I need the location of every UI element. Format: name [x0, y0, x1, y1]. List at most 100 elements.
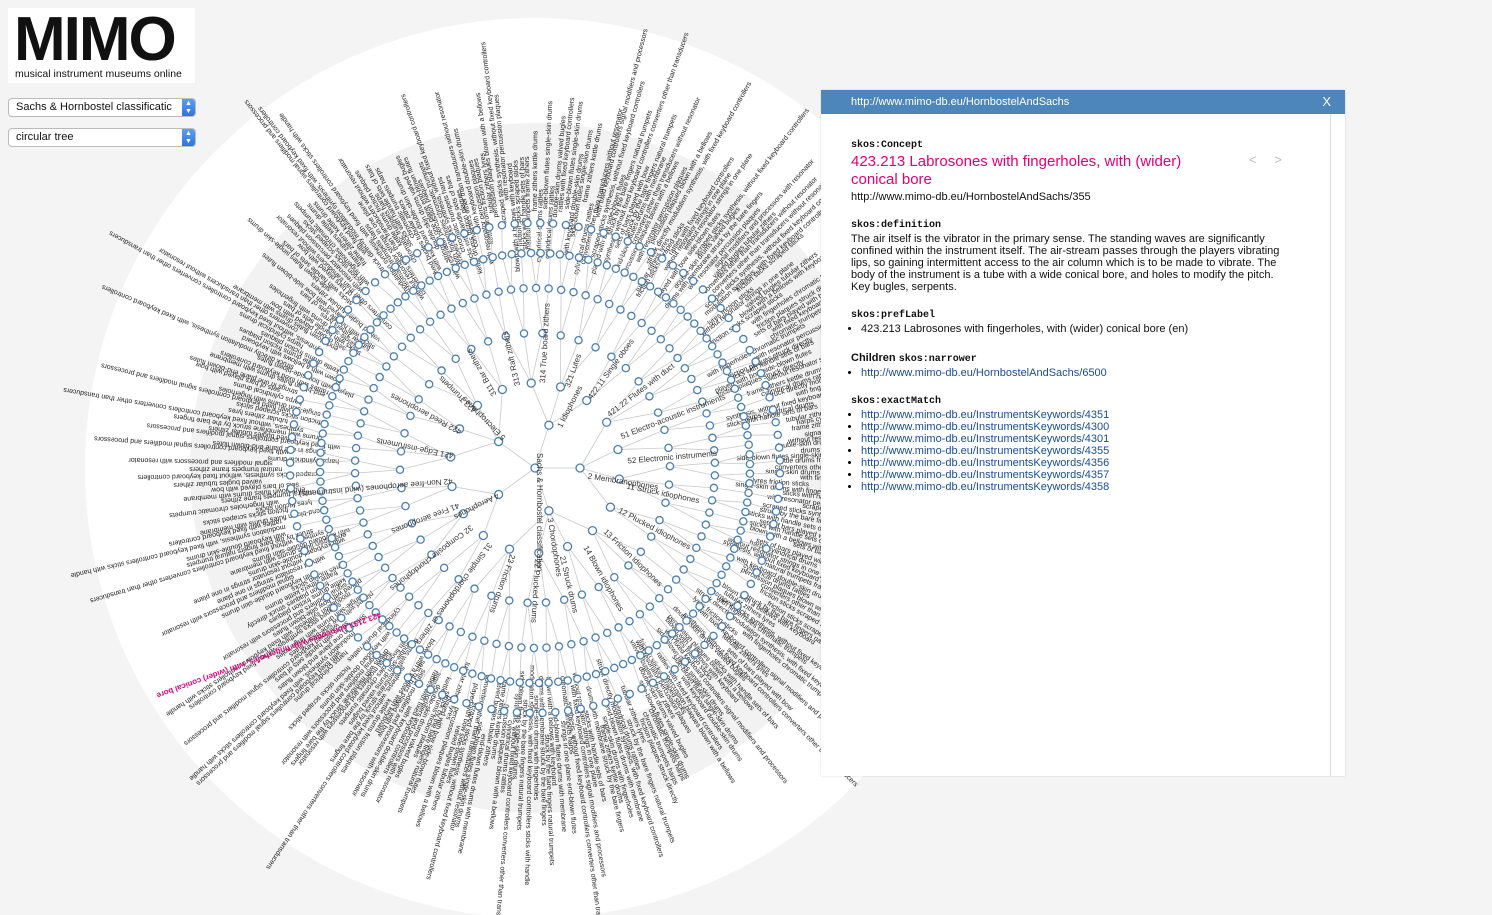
tree-node[interactable]: [380, 270, 390, 279]
tree-node[interactable]: [576, 704, 585, 713]
tree-node[interactable]: [610, 663, 619, 673]
tree-node[interactable]: [627, 311, 636, 321]
tree-node[interactable]: [665, 344, 674, 353]
tree-node[interactable]: [637, 277, 647, 286]
tree-node[interactable]: [610, 573, 619, 582]
tree-node[interactable]: [375, 372, 384, 382]
tree-node[interactable]: [526, 378, 536, 388]
tree-node[interactable]: [554, 642, 564, 651]
tree-node[interactable]: [354, 340, 363, 350]
close-button[interactable]: X: [1322, 90, 1331, 114]
tree-node[interactable]: [563, 706, 573, 716]
tree-node[interactable]: [536, 248, 545, 258]
tree-node[interactable]: [482, 290, 491, 299]
tree-node[interactable]: [435, 237, 445, 247]
tree-node[interactable]: [462, 698, 471, 708]
tree-node[interactable]: [563, 676, 573, 685]
tree-node[interactable]: [450, 695, 459, 704]
tree-node[interactable]: [526, 248, 536, 258]
tree-node[interactable]: [646, 247, 656, 257]
tree-node[interactable]: [705, 508, 714, 517]
tree-node[interactable]: [525, 708, 534, 718]
tree-node[interactable]: [324, 524, 334, 534]
tree-node[interactable]: [742, 498, 752, 507]
tree-node[interactable]: [574, 222, 583, 232]
tree-node[interactable]: [424, 243, 433, 252]
tree-node[interactable]: [458, 666, 468, 675]
tree-node[interactable]: [460, 229, 469, 238]
tree-node[interactable]: [546, 249, 555, 258]
tree-node[interactable]: [671, 575, 681, 584]
tree-node[interactable]: [424, 379, 434, 389]
tree-node[interactable]: [468, 669, 477, 678]
tree-node[interactable]: [382, 362, 391, 371]
tree-node[interactable]: [399, 634, 409, 643]
tree-node[interactable]: [544, 284, 553, 293]
tree-node[interactable]: [561, 220, 571, 230]
tree-node[interactable]: [602, 261, 612, 270]
tree-node[interactable]: [741, 421, 751, 430]
tree-node[interactable]: [736, 526, 745, 535]
tree-node[interactable]: [315, 467, 325, 477]
tree-node[interactable]: [447, 304, 456, 313]
tree-node[interactable]: [733, 535, 742, 545]
tree-node[interactable]: [426, 685, 435, 694]
tree-node[interactable]: [370, 278, 380, 287]
tree-node[interactable]: [593, 258, 602, 267]
tree-node[interactable]: [445, 622, 454, 631]
tree-node[interactable]: [365, 600, 374, 610]
tree-node[interactable]: [369, 383, 378, 393]
tree-node[interactable]: [579, 637, 588, 646]
tree-node[interactable]: [538, 708, 547, 718]
tree-node[interactable]: [605, 502, 616, 512]
tree-node[interactable]: [372, 318, 382, 327]
tree-node[interactable]: [573, 674, 582, 684]
tree-node[interactable]: [474, 702, 484, 711]
tree-node[interactable]: [507, 250, 517, 259]
tree-node[interactable]: [663, 584, 673, 594]
tree-node[interactable]: [567, 640, 576, 649]
tree-node[interactable]: [497, 251, 507, 260]
tree-node[interactable]: [525, 678, 534, 688]
tree-node[interactable]: [697, 532, 706, 541]
exactmatch-link[interactable]: http://www.mimo-db.eu/InstrumentsKeyword…: [861, 445, 1109, 457]
tree-node[interactable]: [523, 598, 532, 608]
tree-node[interactable]: [664, 480, 674, 489]
tree-node[interactable]: [746, 579, 756, 589]
tree-node[interactable]: [515, 678, 524, 687]
tree-node[interactable]: [361, 286, 370, 296]
tree-node[interactable]: [569, 287, 578, 297]
tree-node[interactable]: [382, 658, 391, 668]
tree-node[interactable]: [689, 276, 698, 286]
tree-node[interactable]: [707, 586, 716, 596]
tree-node[interactable]: [591, 343, 600, 352]
tree-node[interactable]: [602, 628, 612, 638]
tree-node[interactable]: [717, 622, 727, 631]
tree-node[interactable]: [635, 242, 644, 251]
tree-node[interactable]: [752, 568, 761, 577]
tree-node[interactable]: [765, 532, 775, 541]
tree-node[interactable]: [604, 299, 614, 309]
tree-node[interactable]: [565, 251, 574, 261]
tree-node[interactable]: [497, 384, 508, 395]
tree-node[interactable]: [414, 395, 423, 404]
tree-node[interactable]: [733, 393, 743, 403]
tree-node[interactable]: [768, 405, 778, 414]
tree-node[interactable]: [655, 593, 664, 603]
tree-node[interactable]: [599, 228, 608, 238]
tree-node[interactable]: [659, 672, 669, 681]
tree-node[interactable]: [613, 694, 623, 703]
tree-node[interactable]: [717, 570, 726, 580]
tree-node[interactable]: [647, 326, 656, 336]
tree-node[interactable]: [713, 350, 722, 359]
tree-node[interactable]: [553, 677, 563, 686]
tree-node[interactable]: [517, 643, 526, 652]
tree-node[interactable]: [385, 621, 394, 631]
tree-node[interactable]: [351, 443, 361, 453]
tree-node[interactable]: [601, 417, 612, 427]
tree-node[interactable]: [771, 507, 781, 516]
exactmatch-link[interactable]: http://www.mimo-db.eu/InstrumentsKeyword…: [861, 421, 1109, 433]
tree-node[interactable]: [506, 285, 516, 294]
tree-node[interactable]: [415, 325, 425, 334]
tree-node[interactable]: [353, 585, 363, 595]
